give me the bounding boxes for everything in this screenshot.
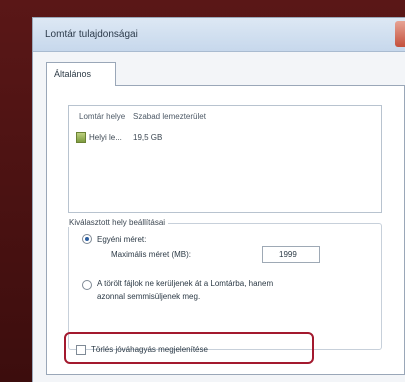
highlight-frame xyxy=(64,332,314,364)
close-button[interactable] xyxy=(395,21,405,47)
window-title: Lomtár tulajdonságai xyxy=(45,29,138,40)
location-cell: Helyi le... xyxy=(89,133,122,142)
column-header-location[interactable]: Lomtár helye xyxy=(79,112,125,121)
delete-immediately-radio[interactable] xyxy=(82,280,92,290)
max-size-value: 1999 xyxy=(279,250,297,259)
column-header-free-space[interactable]: Szabad lemezterület xyxy=(133,112,206,121)
location-list[interactable]: Lomtár helye Szabad lemezterület Helyi l… xyxy=(68,105,382,213)
delete-option-label-line2: azonnal semmisüljenek meg. xyxy=(97,292,201,301)
list-item[interactable]: Helyi le... 19,5 GB xyxy=(69,129,381,146)
max-size-input[interactable]: 1999 xyxy=(262,246,320,263)
tab-general[interactable]: Általános xyxy=(46,62,116,86)
free-space-cell: 19,5 GB xyxy=(133,133,163,142)
delete-option-label-line1: A törölt fájlok ne kerüljenek át a Lomtá… xyxy=(97,279,274,288)
custom-size-label: Egyéni méret: xyxy=(97,235,147,244)
custom-size-radio[interactable] xyxy=(82,234,92,244)
group-label: Kiválasztott hely beállításai xyxy=(66,218,169,227)
max-size-label: Maximális méret (MB): xyxy=(111,250,192,259)
list-header: Lomtár helye Szabad lemezterület xyxy=(69,106,381,128)
tab-general-label: Általános xyxy=(54,69,92,79)
title-bar: Lomtár tulajdonságai xyxy=(33,18,405,52)
drive-icon xyxy=(76,132,86,143)
